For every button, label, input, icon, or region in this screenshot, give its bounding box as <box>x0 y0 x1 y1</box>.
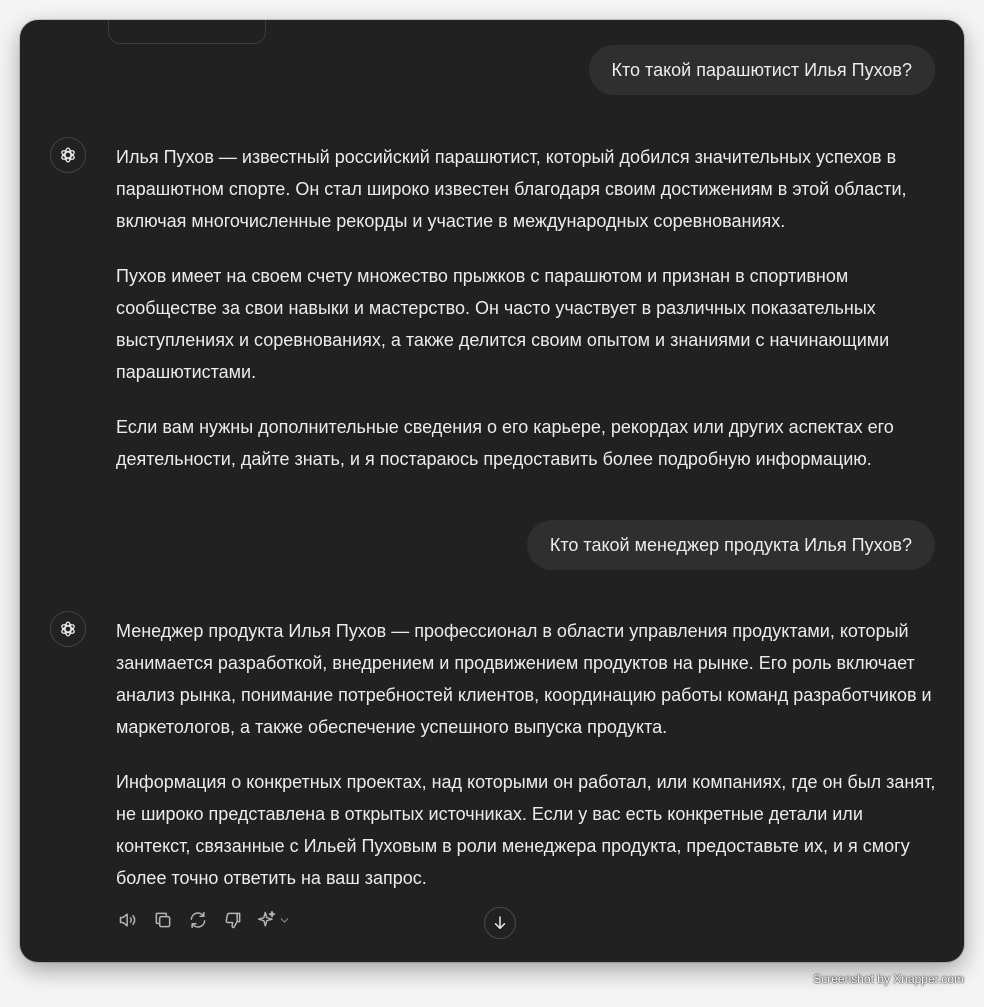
assistant-message-2: Менеджер продукта Илья Пухов — профессио… <box>116 615 942 894</box>
assistant-paragraph: Менеджер продукта Илья Пухов — профессио… <box>116 621 932 737</box>
read-aloud-icon <box>119 913 135 927</box>
chat-window: Кто такой парашютист Илья Пухов? Илья Пу… <box>20 20 964 962</box>
chatgpt-logo-icon <box>61 147 75 163</box>
bad-response-button[interactable] <box>221 909 244 932</box>
message-actions <box>116 907 292 933</box>
chatgpt-logo-icon <box>61 621 75 637</box>
user-message-1: Кто такой парашютист Илья Пухов? <box>588 45 935 95</box>
assistant-avatar <box>50 611 86 647</box>
user-message-2: Кто такой менеджер продукта Илья Пухов? <box>526 520 935 570</box>
assistant-avatar <box>50 137 86 173</box>
read-aloud-button[interactable] <box>116 909 139 932</box>
chevron-down-icon <box>280 917 289 923</box>
scroll-to-bottom-button[interactable] <box>484 907 516 939</box>
sparkle-icon <box>257 910 276 927</box>
assistant-paragraph: Илья Пухов — известный российский парашю… <box>116 147 907 231</box>
thumbs-down-icon <box>225 912 240 929</box>
switch-model-button[interactable] <box>256 909 292 932</box>
copy-icon <box>155 912 170 928</box>
previous-element-remnant <box>108 20 266 44</box>
assistant-paragraph: Если вам нужны дополнительные сведения о… <box>116 417 894 469</box>
assistant-paragraph: Информация о конкретных проектах, над ко… <box>116 772 936 888</box>
copy-button[interactable] <box>151 909 174 932</box>
arrow-down-icon <box>494 916 506 929</box>
regenerate-icon <box>190 911 205 929</box>
regenerate-button[interactable] <box>186 909 209 932</box>
watermark: Screenshot by Xnapper.com <box>813 972 964 986</box>
assistant-message-1: Илья Пухов — известный российский парашю… <box>116 141 942 475</box>
assistant-paragraph: Пухов имеет на своем счету множество пры… <box>116 266 890 382</box>
